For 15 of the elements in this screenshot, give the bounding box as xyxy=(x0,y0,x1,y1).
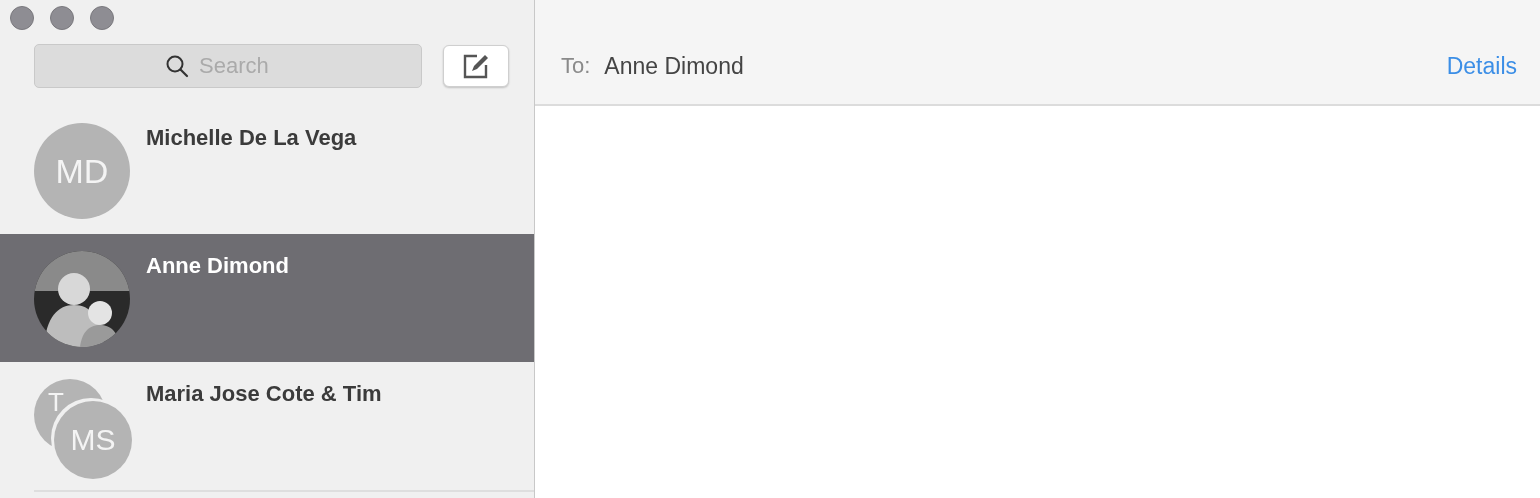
compose-button[interactable] xyxy=(443,45,509,87)
conversation-item[interactable]: T MS Maria Jose Cote & Tim xyxy=(0,362,534,490)
contact-name: Anne Dimond xyxy=(146,253,289,279)
to-label: To: xyxy=(561,53,591,79)
search-icon xyxy=(165,54,189,78)
recipient-name: Anne Dimond xyxy=(604,52,744,80)
conversation-item[interactable]: Anne Dimond xyxy=(0,234,534,362)
close-window-button[interactable] xyxy=(10,6,34,30)
minimize-window-button[interactable] xyxy=(50,6,74,30)
contact-name: Maria Jose Cote & Tim xyxy=(146,381,382,407)
avatar: MD xyxy=(34,123,130,219)
zoom-window-button[interactable] xyxy=(90,6,114,30)
compose-icon xyxy=(462,52,490,80)
contact-name: Michelle De La Vega xyxy=(146,125,357,151)
conversation-item[interactable]: MD Michelle De La Vega xyxy=(0,106,534,234)
